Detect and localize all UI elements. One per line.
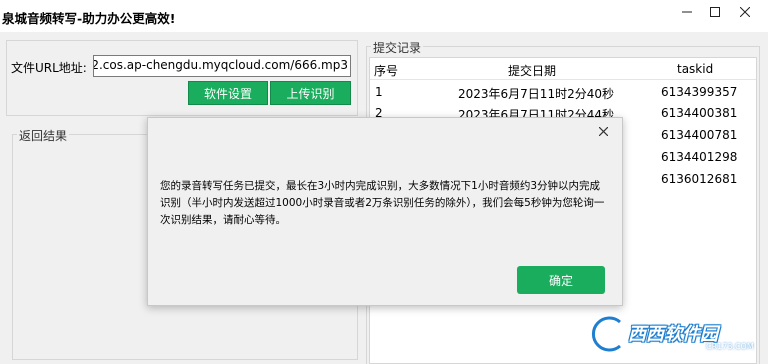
close-icon — [740, 7, 750, 17]
watermark-text: 西西软件园 — [628, 324, 718, 345]
dialog-close-button[interactable] — [598, 124, 609, 140]
column-header-date[interactable]: 提交日期 — [508, 62, 556, 79]
cell-date: 2023年6月7日11时2分40秒 — [458, 87, 614, 101]
ok-button[interactable]: 确定 — [517, 266, 605, 294]
url-input[interactable]: 72.cos.ap-chengdu.myqcloud.com/666.mp3 — [93, 55, 351, 77]
title-bar: 泉城音频转写-助力办公更高效! — [0, 0, 768, 32]
upload-button[interactable]: 上传识别 — [270, 81, 351, 105]
watermark-c-icon — [590, 314, 623, 354]
watermark-logo: 西西软件园 CR173.COM — [590, 312, 760, 356]
window-title: 泉城音频转写-助力办公更高效! — [2, 11, 176, 26]
column-header-no[interactable]: 序号 — [374, 62, 398, 79]
column-header-taskid[interactable]: taskid — [677, 62, 713, 76]
cell-taskid: 6134400381 — [661, 106, 738, 120]
dialog-message: 您的录音转写任务已提交，最长在3小时内完成识别，大多数情况下1小时音频约3分钟以… — [160, 180, 605, 226]
url-value: 72.cos.ap-chengdu.myqcloud.com/666.mp3 — [93, 58, 348, 72]
table-row[interactable]: 1 2023年6月7日11时2分40秒 6134399357 — [370, 81, 756, 103]
minimize-icon — [682, 11, 692, 13]
submit-dialog: 您的录音转写任务已提交，最长在3小时内完成识别，大多数情况下1小时音频约3分钟以… — [147, 117, 623, 306]
cell-taskid: 6136012681 — [661, 172, 738, 186]
watermark-subtext: CR173.COM — [706, 342, 754, 351]
url-label: 文件URL地址: — [11, 61, 87, 75]
settings-button[interactable]: 软件设置 — [188, 81, 268, 105]
cell-no: 1 — [375, 85, 383, 99]
records-title: 提交记录 — [371, 39, 424, 56]
table-header: 序号 提交日期 taskid — [370, 58, 756, 80]
results-title: 返回结果 — [17, 127, 70, 144]
maximize-icon — [710, 7, 720, 17]
cell-taskid: 6134399357 — [661, 85, 738, 99]
close-icon — [598, 126, 609, 137]
cell-taskid: 6134401298 — [661, 150, 738, 164]
window-close-button[interactable] — [722, 0, 768, 24]
cell-taskid: 6134400781 — [661, 128, 738, 142]
